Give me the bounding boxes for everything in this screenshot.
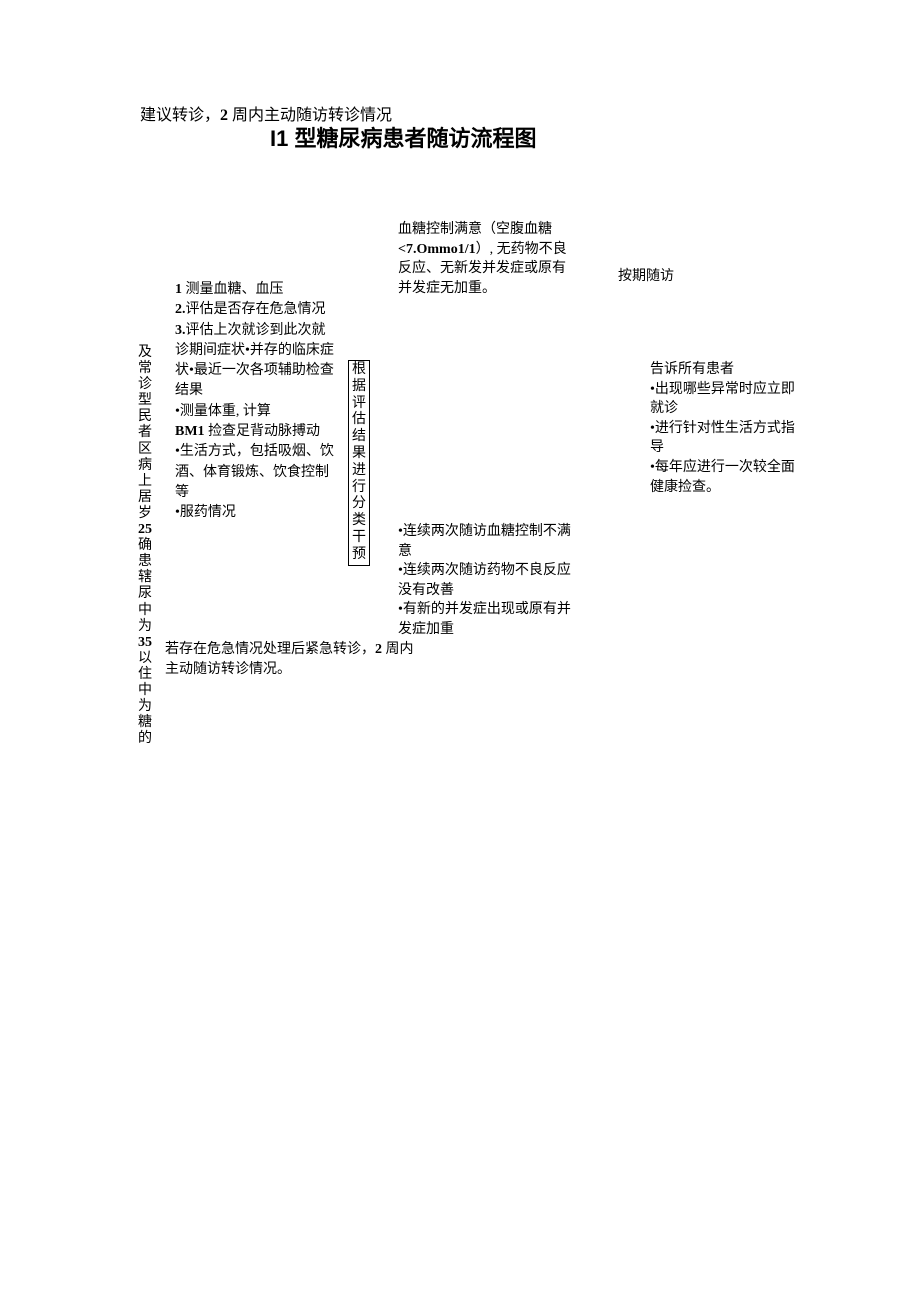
exam-line: 3.评估上次就诊到此次就诊期间症状•并存的临床症状•最近一次各项辅助检查结果: [175, 321, 335, 402]
exam-line: •测量体重, 计算: [175, 402, 335, 422]
followup-label: 按期随访: [618, 267, 674, 287]
examination-box: 1 测量血糖、血压 2.评估是否存在危急情况 3.评估上次就诊到此次就诊期间症状…: [175, 280, 335, 524]
vbox-line: 尿中为: [137, 586, 153, 634]
advice-heading: 告诉所有患者: [650, 360, 800, 380]
exam-line: •生活方式，包括吸烟、饮酒、体育锻炼、饮食控制等: [175, 442, 335, 503]
advice-line: •每年应进行一次较全面健康捡查。: [650, 458, 800, 497]
header-note-text-a: 建议转诊，: [140, 107, 220, 124]
vbox-line: 确患辖: [137, 538, 153, 586]
vbox-line: 及常: [137, 345, 153, 377]
page-title: I1 型糖尿病患者随访流程图: [270, 125, 650, 154]
emerg-text-a: 若存在危急情况处理后紧急转诊，: [165, 642, 375, 657]
exam-line: 1 测量血糖、血压: [175, 280, 335, 300]
emerg-bold: 2: [375, 642, 386, 657]
satisfactory-box: 血糖控制满意（空腹血糖<7.Ommo1/1）, 无药物不良反应、无新发并发症或原…: [398, 220, 578, 298]
exam-text: 测量血糖、血压: [186, 282, 284, 297]
exam-text: 评估上次就诊到此次就诊期间症状•并存的临床症状•最近一次各项辅助检查结果: [175, 323, 334, 399]
exam-num: 1: [175, 282, 186, 297]
vbox-line: 民者区: [137, 409, 153, 457]
classification-box: 根据评估结果进行分类干预: [348, 360, 370, 566]
diagram-page: 建议转诊，2 周内主动随访转诊情况 I1 型糖尿病患者随访流程图 及常 诊型 民…: [0, 0, 920, 1301]
vbox-line: 住中为: [137, 667, 153, 715]
exam-line: •服药情况: [175, 503, 335, 523]
vbox-text: 以: [138, 651, 152, 666]
advice-box: 告诉所有患者 •出现哪些异常时应立即就诊 •进行针对性生活方式指导 •每年应进行…: [650, 360, 800, 497]
vbox-line: 病上居: [137, 458, 153, 506]
exam-text: 评估是否存在危急情况: [186, 302, 326, 317]
advice-line: •进行针对性生活方式指导: [650, 419, 800, 458]
unsat-line: •有新的并发症出现或原有并发症加重: [398, 600, 578, 639]
exam-num: 2.: [175, 302, 186, 317]
vbox-number: 35: [138, 635, 152, 650]
sat-bold: <7.Ommo1/1: [398, 242, 476, 257]
exam-text: 捡查足背动脉搏动: [208, 424, 320, 439]
unsat-line: •连续两次随访药物不良反应没有改善: [398, 561, 578, 600]
vbox-line: 糖的: [137, 715, 153, 747]
exam-bold: BM1: [175, 424, 208, 439]
vbox-line: 35 以: [137, 635, 153, 667]
vbox-text: 岁: [138, 506, 152, 521]
unsat-line: •连续两次随访血糖控制不满意: [398, 522, 578, 561]
emergency-note: 若存在危急情况处理后紧急转诊，2 周内主动随访转诊情况。: [165, 640, 415, 679]
vbox-number: 25: [138, 522, 152, 537]
advice-line: •出现哪些异常时应立即就诊: [650, 380, 800, 419]
exam-line: BM1 捡查足背动脉搏动: [175, 422, 335, 442]
sat-text-a: 血糖控制满意（空腹血糖: [398, 222, 552, 237]
header-note-text-c: 周内主动随访转诊情况: [232, 107, 392, 124]
population-box: 及常 诊型 民者区 病上居 岁25 确患辖 尿中为 35 以 住中为 糖的: [137, 345, 153, 747]
vbox-line: 诊型: [137, 377, 153, 409]
exam-line: 2.评估是否存在危急情况: [175, 300, 335, 320]
header-note-bold: 2: [220, 107, 232, 124]
unsatisfactory-box: •连续两次随访血糖控制不满意 •连续两次随访药物不良反应没有改善 •有新的并发症…: [398, 522, 578, 640]
exam-num: 3.: [175, 323, 186, 338]
vbox-line: 岁25: [137, 506, 153, 538]
